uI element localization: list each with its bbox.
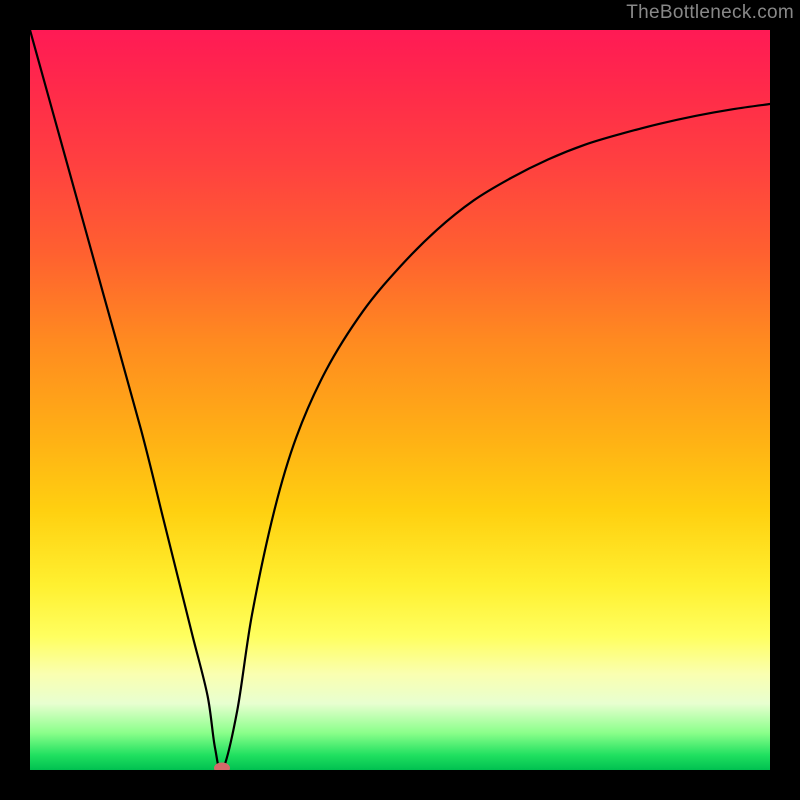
bottleneck-curve <box>30 30 770 770</box>
minimum-point-marker <box>214 763 230 771</box>
watermark-text: TheBottleneck.com <box>626 2 794 24</box>
plot-area <box>30 30 770 770</box>
chart-frame: TheBottleneck.com <box>0 0 800 800</box>
